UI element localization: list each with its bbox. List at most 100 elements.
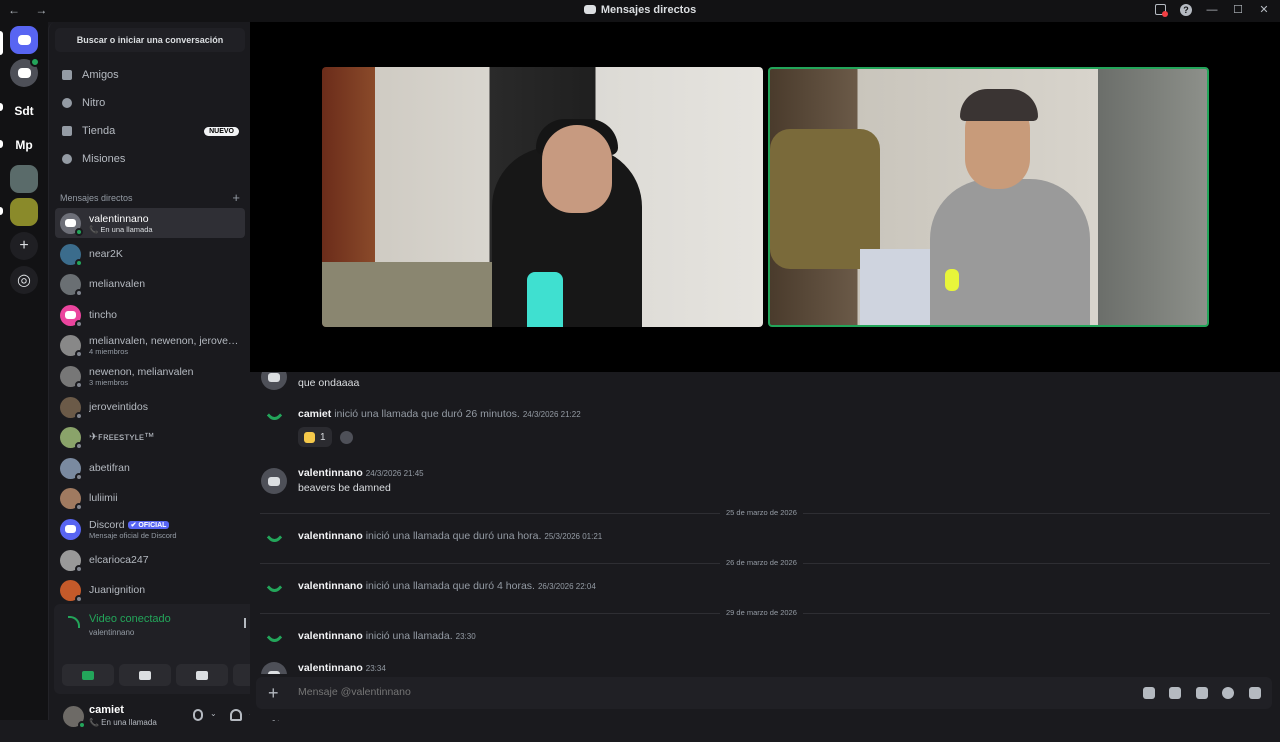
server-sdt[interactable]: Sdt <box>10 97 38 125</box>
voice-channel[interactable]: valentinnano <box>89 628 134 637</box>
message-input[interactable] <box>298 686 1098 698</box>
dm-item[interactable]: Discord ✔ OFICIAL Mensaje oficial de Disco… <box>55 514 245 544</box>
phone-icon <box>266 407 283 424</box>
dm-item[interactable]: ✈ꜰʀᴇᴇꜱᴛʏʟᴇ™ <box>55 422 245 452</box>
status-online-dot <box>78 721 86 729</box>
dm-text: luliimii <box>89 492 118 504</box>
nitro-icon <box>62 98 72 108</box>
dm-name: melianvalen, newenon, jeroveintidos <box>89 334 239 347</box>
discord-icon <box>65 219 76 227</box>
close-icon[interactable]: ✕ <box>1258 3 1270 16</box>
phone-icon <box>266 629 283 646</box>
username[interactable]: camiet <box>89 704 124 716</box>
minimize-icon[interactable]: — <box>1206 4 1218 16</box>
official-badge: ✔ OFICIAL <box>127 520 170 529</box>
server-image-2[interactable] <box>10 198 38 226</box>
dm-item[interactable]: luliimii <box>55 483 245 513</box>
video-tile-remote[interactable] <box>322 67 763 327</box>
reaction-count: 1 <box>320 431 326 443</box>
dm-item[interactable]: abetifran <box>55 453 245 483</box>
server-icon-user[interactable] <box>10 57 40 87</box>
screenshare-button[interactable] <box>119 664 171 686</box>
discover-icon[interactable]: ◎ <box>10 266 38 294</box>
dm-subtitle: 📞 En una llamada <box>89 224 153 234</box>
dm-subtitle: 4 miembros <box>89 346 129 356</box>
avatar <box>60 518 81 540</box>
server-mp[interactable]: Mp <box>10 131 38 159</box>
nav-nitro[interactable]: Nitro <box>55 90 245 116</box>
dm-item[interactable]: Juanignition <box>55 575 245 605</box>
sticker-icon[interactable] <box>1196 687 1208 699</box>
timestamp: 23:30 <box>455 632 476 641</box>
phone-icon <box>266 529 283 546</box>
chevron-down-icon[interactable]: ⌄ <box>210 709 217 718</box>
dm-item[interactable]: elcarioca247 <box>55 545 245 575</box>
avatar[interactable] <box>63 706 86 729</box>
emoji-icon[interactable] <box>1222 687 1234 699</box>
nav-label: Misiones <box>82 153 126 165</box>
timestamp: 24/3/2026 21:22 <box>522 410 581 419</box>
avatar[interactable] <box>261 662 287 674</box>
dm-name: Discord <box>89 518 125 531</box>
status-dot <box>75 380 83 389</box>
dm-item[interactable]: near2K <box>55 239 245 269</box>
dm-item[interactable]: newenon, melianvalen 3 miembros <box>55 361 245 391</box>
add-server-button[interactable]: + <box>10 232 38 260</box>
reaction-thumbs-up[interactable]: 1 <box>298 427 332 447</box>
message-author[interactable]: valentinnano <box>298 662 363 674</box>
avatar <box>60 365 83 389</box>
message-author[interactable]: camiet <box>298 408 331 420</box>
message-author[interactable]: valentinnano <box>298 530 363 542</box>
dm-item[interactable]: melianvalen, newenon, jeroveintidos4 mie… <box>55 330 245 360</box>
dm-name: near2K <box>89 248 123 260</box>
activities-button[interactable] <box>176 664 228 686</box>
video-tile-self[interactable] <box>768 67 1209 327</box>
nav-shop[interactable]: Tienda NUEVO <box>55 118 245 144</box>
server-image-1[interactable] <box>10 165 38 193</box>
discord-icon <box>268 476 280 486</box>
message-author[interactable]: valentinnano <box>298 580 363 592</box>
status-dot <box>75 594 83 603</box>
discord-icon <box>65 525 76 533</box>
system-message: valentinnano inició una llamada que duró… <box>298 580 596 592</box>
maximize-icon[interactable]: ☐ <box>1232 3 1244 16</box>
system-text: inició una llamada que duró una hora. <box>365 530 542 542</box>
dm-text: Discord ✔ OFICIAL Mensaje oficial de Disco… <box>89 519 177 540</box>
upload-plus-icon[interactable]: + <box>268 683 279 704</box>
message-author[interactable]: valentinnano <box>298 467 363 479</box>
date-label: 29 de marzo de 2026 <box>720 608 803 617</box>
dm-name: luliimii <box>89 492 118 504</box>
avatar[interactable] <box>261 372 287 390</box>
search-button[interactable]: Buscar o iniciar una conversación <box>55 28 245 52</box>
dm-text: valentinnano 📞 En una llamada <box>89 213 153 234</box>
add-reaction-icon[interactable] <box>340 431 353 444</box>
avatar[interactable] <box>261 468 287 494</box>
dm-name: melianvalen <box>89 278 146 290</box>
date-divider: 29 de marzo de 2026 <box>260 608 1270 617</box>
apps-icon[interactable] <box>1249 687 1261 699</box>
dm-item[interactable]: jeroveintidos <box>55 392 245 422</box>
user-status: 📞 En una llamada <box>89 718 157 727</box>
signal-icon[interactable] <box>68 616 80 628</box>
nav-friends[interactable]: Amigos <box>55 62 245 88</box>
message-text: beavers be damned <box>298 482 391 494</box>
home-button[interactable] <box>10 26 38 54</box>
inbox-icon[interactable] <box>1155 4 1168 17</box>
gif-icon[interactable] <box>1169 687 1181 699</box>
nav-quests[interactable]: Misiones <box>55 146 245 172</box>
help-icon[interactable]: ? <box>1180 3 1192 16</box>
unread-pill <box>0 140 3 148</box>
camera-icon <box>82 670 94 680</box>
dm-item[interactable]: valentinnano 📞 En una llamada <box>55 208 245 238</box>
camera-button[interactable] <box>62 664 114 686</box>
dm-item[interactable]: melianvalen <box>55 269 245 299</box>
create-dm-icon[interactable]: + <box>232 190 240 205</box>
microphone-icon[interactable] <box>193 709 203 721</box>
gift-icon[interactable] <box>1143 687 1155 699</box>
message-author[interactable]: valentinnano <box>298 630 363 642</box>
system-text: inició una llamada que duró 4 horas. <box>365 580 535 592</box>
status-dot <box>75 472 83 481</box>
message-text: que ondaaaa <box>298 377 360 389</box>
dm-item[interactable]: tincho <box>55 300 245 330</box>
headset-icon[interactable] <box>230 709 242 721</box>
